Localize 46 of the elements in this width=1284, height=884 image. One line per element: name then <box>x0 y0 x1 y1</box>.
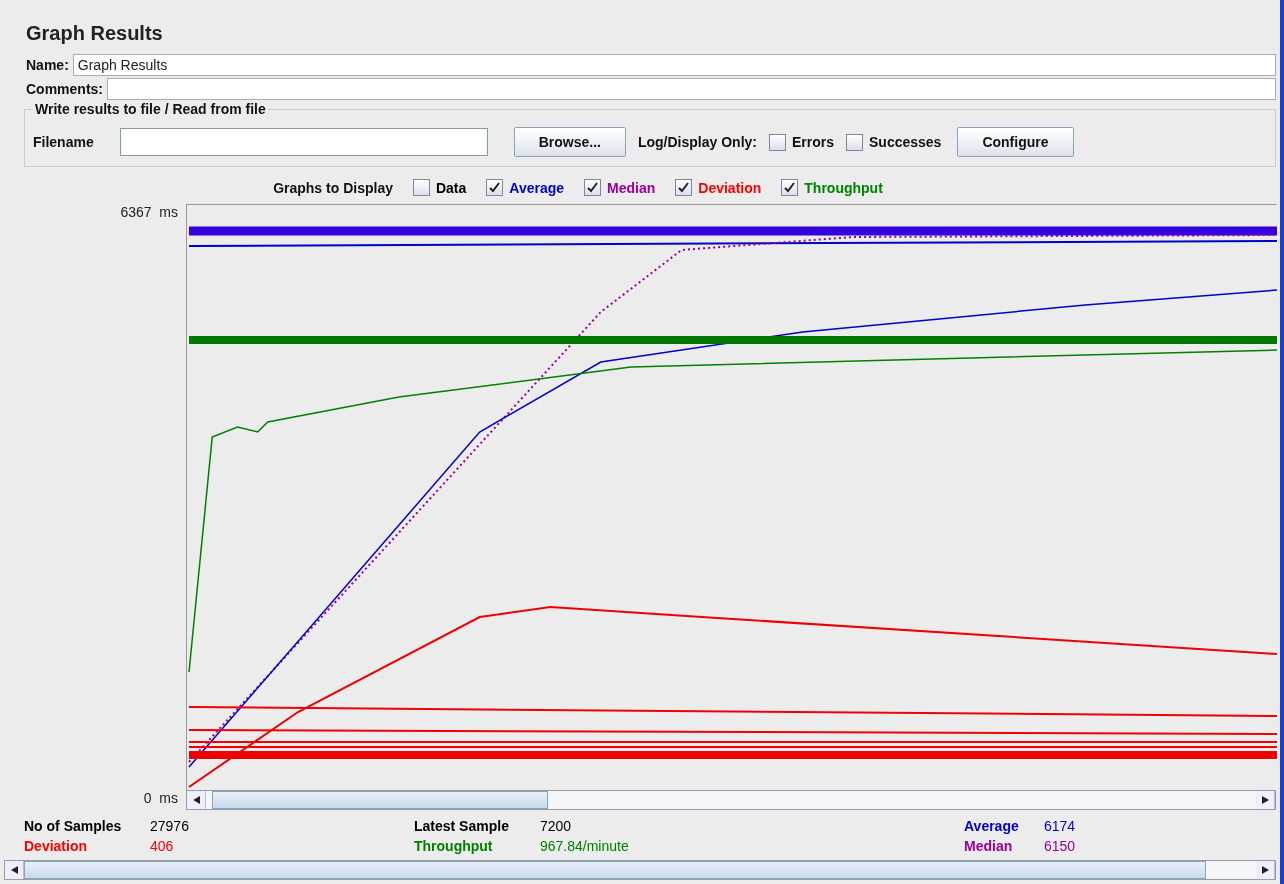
stat-value: 7200 <box>540 818 572 834</box>
field-label: Name: <box>26 57 69 73</box>
panel-title: Graph Results <box>25 21 164 46</box>
checkbox[interactable] <box>584 179 602 196</box>
left-arrow-icon[interactable] <box>192 796 200 804</box>
filename-field[interactable] <box>119 128 488 156</box>
checkbox-label: Data <box>435 179 467 196</box>
checkbox[interactable] <box>412 179 430 196</box>
comments-field[interactable] <box>107 78 1276 100</box>
stat-value: 406 <box>150 838 174 854</box>
stat-value: 6150 <box>1044 838 1076 854</box>
checkbox-label: Deviation <box>698 179 762 196</box>
name-field[interactable]: Graph Results <box>72 54 1276 76</box>
axis-label: 0 ms <box>143 790 178 806</box>
checkbox[interactable] <box>781 179 799 196</box>
field-label: Comments: <box>26 81 103 97</box>
checkbox-label: Errors <box>791 134 834 150</box>
stat-value: 967.84/minute <box>540 838 629 854</box>
right-arrow-icon[interactable] <box>1261 866 1269 874</box>
stat-label: Median <box>964 838 1014 854</box>
horizontal-scrollbar[interactable] <box>4 860 1276 880</box>
checkbox-label: Throughput <box>804 179 883 196</box>
left-arrow-icon[interactable] <box>10 866 18 874</box>
stat-label: No of Samples <box>24 818 123 834</box>
stat-value: 6174 <box>1044 818 1076 834</box>
browse-button[interactable]: Browse... <box>513 127 626 157</box>
checkbox-label: Average <box>509 179 565 196</box>
log-label: Log/Display Only: <box>637 134 757 150</box>
checkbox-label: Successes <box>869 134 942 150</box>
stat-label: Latest Sample <box>414 818 510 834</box>
field-label: Filename <box>33 134 94 150</box>
checkbox[interactable] <box>675 179 693 196</box>
stat-label: Throughput <box>414 838 494 854</box>
checkbox[interactable] <box>768 133 786 151</box>
legend-label: Graphs to Display <box>273 179 393 196</box>
axis-label: 6367 ms <box>120 204 178 220</box>
checkbox[interactable] <box>486 179 504 196</box>
checkbox-label: Median <box>607 179 656 196</box>
right-arrow-icon[interactable] <box>1261 796 1269 804</box>
stat-label: Deviation <box>24 838 88 854</box>
checkbox[interactable] <box>846 133 863 151</box>
horizontal-scrollbar[interactable] <box>186 790 1276 810</box>
stat-label: Average <box>964 818 1020 834</box>
stat-value: 27976 <box>150 818 189 834</box>
configure-button[interactable]: Configure <box>957 127 1074 157</box>
group-title: Write results to file / Read from file <box>33 101 268 117</box>
